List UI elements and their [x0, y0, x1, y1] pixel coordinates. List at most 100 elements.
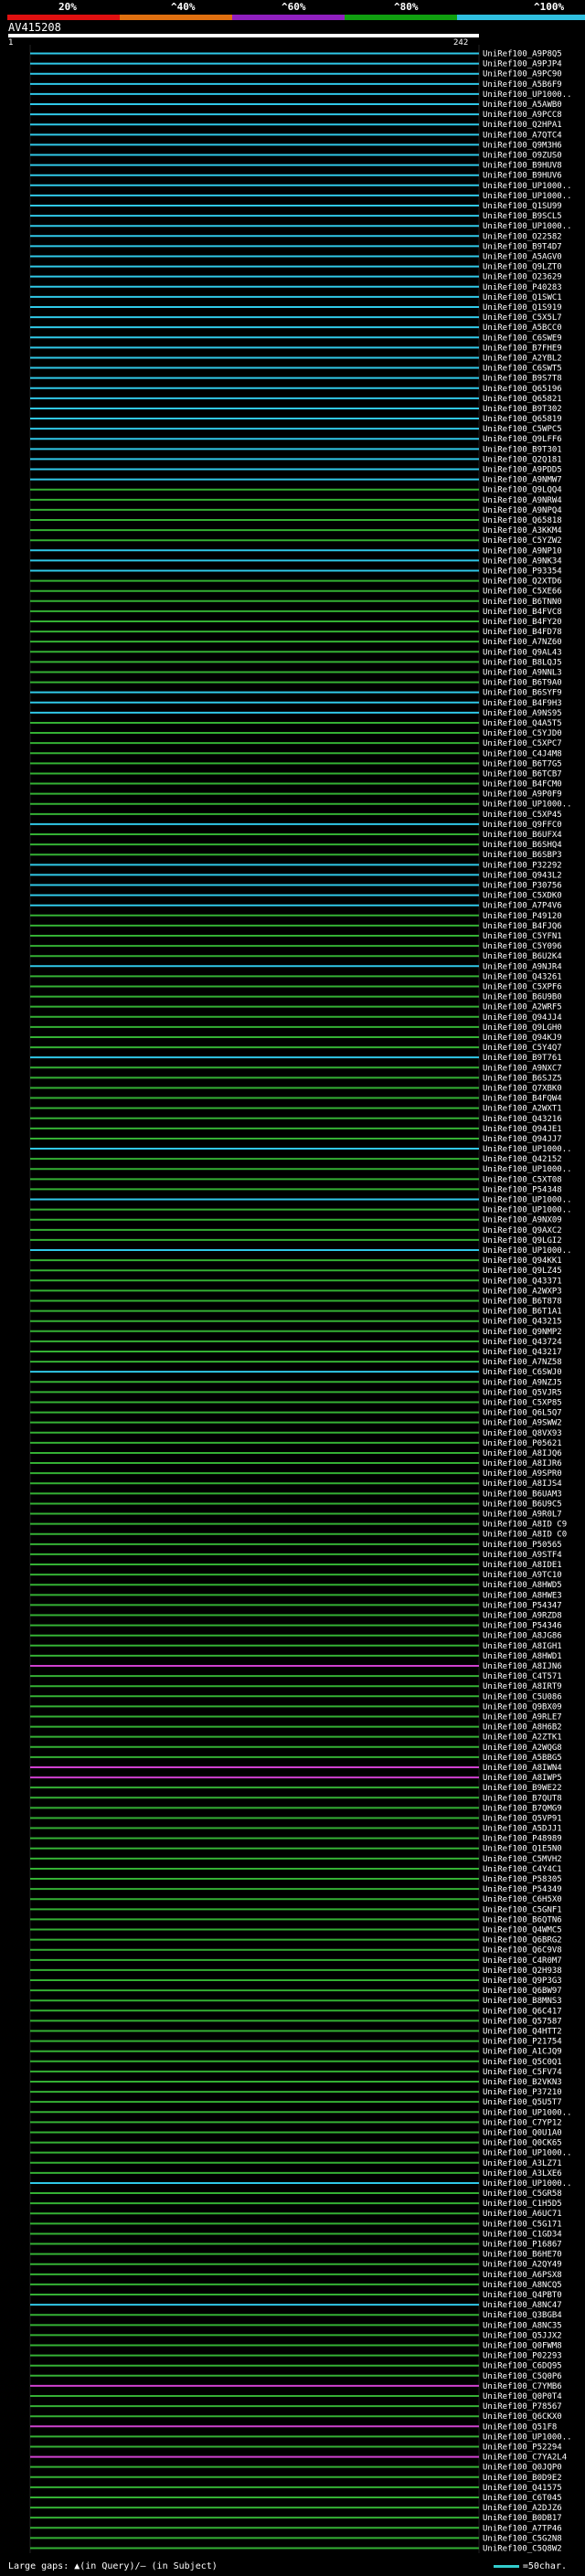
- hit-label[interactable]: UniRef100_A7QTC4: [483, 131, 562, 140]
- hit-label[interactable]: UniRef100_B6HE70: [483, 2251, 562, 2260]
- hit-label[interactable]: UniRef100_B6QTN6: [483, 1915, 562, 1924]
- hit-label[interactable]: UniRef100_Q4PBT0: [483, 2291, 562, 2300]
- hit-label[interactable]: UniRef100_P93354: [483, 567, 562, 577]
- hit-label[interactable]: UniRef100_Q2Q181: [483, 455, 562, 464]
- hit-label[interactable]: UniRef100_UP1000..: [483, 222, 572, 231]
- hit-label[interactable]: UniRef100_A9NRW4: [483, 496, 562, 505]
- hit-label[interactable]: UniRef100_Q5C0Q1: [483, 2058, 562, 2067]
- hit-label[interactable]: UniRef100_A8H6B2: [483, 1723, 562, 1733]
- hit-label[interactable]: UniRef100_A5B6F9: [483, 80, 562, 90]
- hit-label[interactable]: UniRef100_B6T9A0: [483, 679, 562, 688]
- hit-label[interactable]: UniRef100_A9NJR4: [483, 962, 562, 971]
- hit-label[interactable]: UniRef100_Q0JQP0: [483, 2464, 562, 2473]
- hit-label[interactable]: UniRef100_B6SJZ5: [483, 1074, 562, 1083]
- hit-label[interactable]: UniRef100_C5XPC7: [483, 739, 562, 748]
- hit-label[interactable]: UniRef100_P30756: [483, 882, 562, 891]
- hit-label[interactable]: UniRef100_A8HWD5: [483, 1581, 562, 1590]
- hit-label[interactable]: UniRef100_Q1E5N0: [483, 1845, 562, 1854]
- hit-label[interactable]: UniRef100_B7FHE9: [483, 344, 562, 353]
- hit-label[interactable]: UniRef100_A2QY49: [483, 2261, 562, 2270]
- hit-label[interactable]: UniRef100_C1GD34: [483, 2230, 562, 2239]
- hit-label[interactable]: UniRef100_A9RZD8: [483, 1612, 562, 1621]
- hit-label[interactable]: UniRef100_A9PC90: [483, 70, 562, 80]
- hit-label[interactable]: UniRef100_B6U9C5: [483, 1500, 562, 1509]
- hit-label[interactable]: UniRef100_Q6BRG2: [483, 1936, 562, 1945]
- hit-label[interactable]: UniRef100_A8IRT9: [483, 1682, 562, 1691]
- hit-label[interactable]: UniRef100_P32292: [483, 861, 562, 870]
- hit-label[interactable]: UniRef100_Q51F8: [483, 2422, 557, 2432]
- hit-label[interactable]: UniRef100_P50565: [483, 1541, 562, 1550]
- hit-label[interactable]: UniRef100_A2WRF5: [483, 1003, 562, 1012]
- hit-label[interactable]: UniRef100_Q65819: [483, 415, 562, 424]
- hit-label[interactable]: UniRef100_Q9NMP2: [483, 1328, 562, 1337]
- hit-label[interactable]: UniRef100_C6SWT5: [483, 365, 562, 374]
- hit-label[interactable]: UniRef100_A3LZ71: [483, 2159, 562, 2168]
- hit-label[interactable]: UniRef100_Q0CK65: [483, 2139, 562, 2148]
- hit-label[interactable]: UniRef100_Q9LGI2: [483, 1236, 562, 1246]
- hit-label[interactable]: UniRef100_A9R0L7: [483, 1511, 562, 1520]
- hit-label[interactable]: UniRef100_Q65196: [483, 385, 562, 394]
- hit-label[interactable]: UniRef100_Q2HPA1: [483, 121, 562, 130]
- hit-label[interactable]: UniRef100_UP1000..: [483, 2179, 572, 2189]
- hit-label[interactable]: UniRef100_C5YZW2: [483, 536, 562, 546]
- hit-label[interactable]: UniRef100_Q6BW97: [483, 1987, 562, 1996]
- hit-label[interactable]: UniRef100_B6T7G5: [483, 759, 562, 769]
- hit-label[interactable]: UniRef100_C5U086: [483, 1692, 562, 1701]
- hit-label[interactable]: UniRef100_P52294: [483, 2443, 562, 2452]
- hit-label[interactable]: UniRef100_Q43217: [483, 1348, 562, 1357]
- hit-label[interactable]: UniRef100_C5XP45: [483, 811, 562, 820]
- hit-label[interactable]: UniRef100_A7P4V6: [483, 902, 562, 911]
- hit-label[interactable]: UniRef100_A9STF4: [483, 1551, 562, 1560]
- hit-label[interactable]: UniRef100_Q57587: [483, 2017, 562, 2026]
- hit-label[interactable]: UniRef100_Q9LGH0: [483, 1023, 562, 1033]
- hit-label[interactable]: UniRef100_B4FJQ6: [483, 922, 562, 931]
- hit-label[interactable]: UniRef100_C1H5D5: [483, 2200, 562, 2209]
- hit-label[interactable]: UniRef100_Q0FWM8: [483, 2342, 562, 2351]
- hit-label[interactable]: UniRef100_A8ID C9: [483, 1521, 567, 1530]
- hit-label[interactable]: UniRef100_UP1000..: [483, 1165, 572, 1174]
- hit-label[interactable]: UniRef100_Q94JJ7: [483, 1135, 562, 1144]
- hit-label[interactable]: UniRef100_C5WPC5: [483, 425, 562, 434]
- hit-label[interactable]: UniRef100_C6DQ95: [483, 2362, 562, 2371]
- hit-label[interactable]: UniRef100_B6SHQ4: [483, 841, 562, 850]
- hit-label[interactable]: UniRef100_UP1000..: [483, 1246, 572, 1256]
- hit-label[interactable]: UniRef100_C7YA2L4: [483, 2454, 567, 2463]
- hit-label[interactable]: UniRef100_C5G171: [483, 2220, 562, 2229]
- hit-label[interactable]: UniRef100_C5GR58: [483, 2189, 562, 2199]
- hit-label[interactable]: UniRef100_B6SYF9: [483, 689, 562, 698]
- hit-label[interactable]: UniRef100_A9NK34: [483, 557, 562, 566]
- hit-label[interactable]: UniRef100_Q43724: [483, 1338, 562, 1347]
- hit-label[interactable]: UniRef100_B9T761: [483, 1054, 562, 1063]
- hit-label[interactable]: UniRef100_UP1000..: [483, 2433, 572, 2442]
- hit-label[interactable]: UniRef100_C5GNF1: [483, 1905, 562, 1914]
- hit-label[interactable]: UniRef100_A8IDE1: [483, 1561, 562, 1570]
- hit-label[interactable]: UniRef100_Q1SWC1: [483, 293, 562, 302]
- hit-label[interactable]: UniRef100_C6T045: [483, 2494, 562, 2503]
- hit-label[interactable]: UniRef100_B9SCL5: [483, 212, 562, 221]
- hit-label[interactable]: UniRef100_O9ZUS0: [483, 152, 562, 161]
- hit-label[interactable]: UniRef100_Q5U5T7: [483, 2098, 562, 2107]
- hit-label[interactable]: UniRef100_Q9P3G3: [483, 1977, 562, 1986]
- hit-label[interactable]: UniRef100_P21754: [483, 2038, 562, 2047]
- hit-label[interactable]: UniRef100_Q1S919: [483, 303, 562, 313]
- hit-label[interactable]: UniRef100_Q9LZ45: [483, 1267, 562, 1276]
- hit-label[interactable]: UniRef100_A3LXE6: [483, 2169, 562, 2178]
- hit-label[interactable]: UniRef100_P78567: [483, 2402, 562, 2412]
- hit-label[interactable]: UniRef100_Q3BGB4: [483, 2311, 562, 2320]
- hit-label[interactable]: UniRef100_O22582: [483, 232, 562, 241]
- hit-label[interactable]: UniRef100_C7YMB6: [483, 2382, 562, 2391]
- hit-label[interactable]: UniRef100_A9RLE7: [483, 1712, 562, 1722]
- hit-label[interactable]: UniRef100_UP1000..: [483, 182, 572, 191]
- hit-label[interactable]: UniRef100_A9NS95: [483, 709, 562, 718]
- hit-label[interactable]: UniRef100_A8IJN6: [483, 1662, 562, 1671]
- hit-label[interactable]: UniRef100_Q94JE1: [483, 1125, 562, 1134]
- hit-label[interactable]: UniRef100_Q41575: [483, 2484, 562, 2493]
- hit-label[interactable]: UniRef100_Q4HTT2: [483, 2027, 562, 2036]
- hit-label[interactable]: UniRef100_C5XT08: [483, 1175, 562, 1184]
- hit-label[interactable]: UniRef100_C7YP12: [483, 2118, 562, 2127]
- hit-label[interactable]: UniRef100_Q5VP91: [483, 1814, 562, 1823]
- hit-label[interactable]: UniRef100_P49120: [483, 912, 562, 921]
- hit-label[interactable]: UniRef100_Q94JJ4: [483, 1013, 562, 1023]
- hit-label[interactable]: UniRef100_A7NZ58: [483, 1358, 562, 1367]
- hit-label[interactable]: UniRef100_Q94KK1: [483, 1256, 562, 1266]
